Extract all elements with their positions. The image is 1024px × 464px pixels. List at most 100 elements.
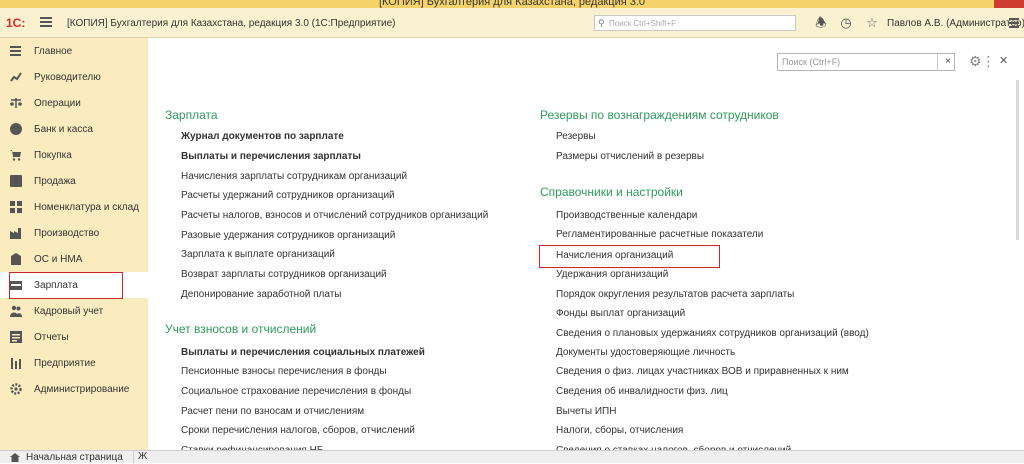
close-icon[interactable]: ✕ — [999, 54, 1008, 67]
sidebar-item-main[interactable]: Главное — [0, 38, 148, 64]
menu-lines-icon — [10, 45, 22, 57]
link-production-calendars[interactable]: Производственные календари — [556, 210, 697, 221]
open-windows-bar: Начальная страница Ж — [0, 450, 1024, 464]
link-taxes-fees[interactable]: Налоги, сборы, отчисления — [556, 425, 683, 436]
sidebar-item-label: Зарплата — [34, 279, 78, 291]
link-one-time-deductions[interactable]: Разовые удержания сотрудников организаци… — [181, 230, 395, 241]
link-rounding-order[interactable]: Порядок округления результатов расчета з… — [556, 289, 794, 300]
link-planned-deductions[interactable]: Сведения о плановых удержаниях сотрудник… — [556, 328, 869, 339]
home-icon — [10, 453, 20, 462]
main-menu-button[interactable] — [39, 15, 53, 29]
settings-gear-icon[interactable]: ⚙⋮ — [969, 53, 996, 70]
link-salary-journal[interactable]: Журнал документов по зарплате — [181, 131, 344, 142]
window-titlebar: [КОПИЯ] Бухгалтерия для Казахстана, реда… — [0, 0, 1024, 8]
building-icon — [10, 253, 22, 265]
link-salary-to-pay[interactable]: Зарплата к выплате организаций — [181, 249, 335, 260]
link-disability-info[interactable]: Сведения об инвалидности физ. лиц — [556, 386, 728, 397]
tab-next[interactable]: Ж — [138, 451, 147, 462]
sidebar-item-label: Отчеты — [34, 331, 69, 343]
scales-icon — [10, 97, 22, 109]
sidebar-item-enterprise[interactable]: Предприятие — [0, 350, 148, 376]
global-search-input[interactable]: ⚲ Поиск Ctrl+Shift+F — [594, 15, 796, 31]
link-salary-return[interactable]: Возврат зарплаты сотрудников организаций — [181, 269, 387, 280]
app-title: [КОПИЯ] Бухгалтерия для Казахстана, реда… — [67, 18, 396, 29]
sidebar-item-label: Главное — [34, 45, 73, 57]
sidebar-item-label: Банк и касса — [34, 123, 93, 135]
link-reserve-sizes[interactable]: Размеры отчислений в резервы — [556, 151, 704, 162]
sidebar-item-label: Номенклатура и склад — [34, 201, 139, 213]
sidebar-item-operations[interactable]: Операции — [0, 90, 148, 116]
app-header: 1С: [КОПИЯ] Бухгалтерия для Казахстана, … — [0, 8, 1024, 38]
app-logo: 1С: — [6, 16, 26, 30]
link-payment-terms[interactable]: Сроки перечисления налогов, сборов, отчи… — [181, 425, 415, 436]
sidebar-item-purchase[interactable]: Покупка — [0, 142, 148, 168]
people-icon — [10, 305, 22, 317]
search-icon: ⚲ — [598, 18, 605, 28]
sidebar-item-sales[interactable]: Продажа — [0, 168, 148, 194]
minimize-button[interactable] — [934, 0, 964, 8]
link-deduction-calcs[interactable]: Расчеты удержаний сотрудников организаци… — [181, 190, 395, 201]
gear-icon — [10, 383, 22, 395]
factory-icon — [10, 227, 22, 239]
content-search-input[interactable]: Поиск (Ctrl+F) × — [777, 53, 955, 71]
sidebar-item-label: Производство — [34, 227, 100, 239]
wallet-icon — [10, 279, 22, 291]
sidebar-item-salary[interactable]: Зарплата — [0, 272, 148, 298]
link-reserves[interactable]: Резервы — [556, 131, 596, 142]
link-social-insurance[interactable]: Социальное страхование перечисления в фо… — [181, 386, 411, 397]
link-wwii-participants[interactable]: Сведения о физ. лицах участниках ВОВ и п… — [556, 366, 849, 377]
link-org-deductions[interactable]: Удержания организаций — [556, 269, 668, 280]
current-user[interactable]: Павлов А.В. (Администратор) — [887, 18, 1024, 29]
link-salary-deposit[interactable]: Депонирование заработной платы — [181, 289, 341, 300]
sidebar-item-reports[interactable]: Отчеты — [0, 324, 148, 350]
maximize-button[interactable] — [964, 0, 994, 8]
bag-icon — [10, 175, 22, 187]
link-org-accruals[interactable]: Начисления организаций — [556, 250, 673, 261]
sidebar-item-production[interactable]: Производство — [0, 220, 148, 246]
link-id-documents[interactable]: Документы удостоверяющие личность — [556, 347, 735, 358]
sidebar-item-hr[interactable]: Кадровый учет — [0, 298, 148, 324]
sidebar-item-label: Кадровый учет — [34, 305, 104, 317]
section-title-contributions: Учет взносов и отчислений — [165, 322, 317, 336]
cart-icon — [10, 149, 22, 161]
sidebar-item-manager[interactable]: Руководителю — [0, 64, 148, 90]
clear-search-icon[interactable]: × — [945, 56, 951, 67]
sidebar-item-admin[interactable]: Администрирование — [0, 376, 148, 402]
link-payment-funds[interactable]: Фонды выплат организаций — [556, 308, 685, 319]
section-title-reserves: Резервы по вознаграждениям сотрудников — [540, 108, 779, 122]
link-pension-contributions[interactable]: Пенсионные взносы перечисления в фонды — [181, 366, 387, 377]
global-search-placeholder: Поиск Ctrl+Shift+F — [609, 19, 677, 28]
content-search-placeholder: Поиск (Ctrl+F) — [782, 57, 841, 67]
link-salary-payments[interactable]: Выплаты и перечисления зарплаты — [181, 151, 361, 162]
sidebar-item-label: ОС и НМА — [34, 253, 83, 265]
link-tax-calcs[interactable]: Расчеты налогов, взносов и отчислений со… — [181, 210, 488, 221]
sidebar-item-label: Администрирование — [34, 383, 130, 395]
link-ipn-deductions[interactable]: Вычеты ИПН — [556, 406, 616, 417]
link-regulated-indicators[interactable]: Регламентированные расчетные показатели — [556, 229, 763, 240]
boxes-icon — [10, 201, 22, 213]
link-salary-accruals[interactable]: Начисления зарплаты сотрудникам организа… — [181, 171, 407, 182]
report-icon — [10, 331, 22, 343]
sidebar-item-label: Предприятие — [34, 357, 96, 369]
tab-home[interactable]: Начальная страница — [0, 451, 134, 464]
sidebar-item-fixed-assets[interactable]: ОС и НМА — [0, 246, 148, 272]
star-icon[interactable]: ☆ — [864, 15, 880, 31]
section-title-salary: Зарплата — [165, 108, 218, 122]
sidebar: Главное Руководителю Операции Банк и кас… — [0, 38, 148, 450]
bell-icon[interactable]: 🕭 — [813, 15, 829, 31]
close-window-button[interactable] — [994, 0, 1024, 8]
trend-chart-icon — [10, 71, 22, 83]
header-menu-button[interactable] — [1008, 16, 1020, 30]
link-penalty-calc[interactable]: Расчет пени по взносам и отчислениям — [181, 406, 364, 417]
sidebar-item-nomenclature[interactable]: Номенклатура и склад — [0, 194, 148, 220]
sidebar-item-bank[interactable]: Банк и касса — [0, 116, 148, 142]
sidebar-item-label: Операции — [34, 97, 81, 109]
history-icon[interactable]: ◷ — [838, 15, 854, 31]
window-title: [КОПИЯ] Бухгалтерия для Казахстана, реда… — [378, 0, 646, 8]
scrollbar[interactable] — [1016, 80, 1019, 240]
tab-home-label: Начальная страница — [26, 452, 123, 463]
link-social-payments[interactable]: Выплаты и перечисления социальных платеж… — [181, 347, 425, 358]
sidebar-item-label: Покупка — [34, 149, 72, 161]
coin-icon — [10, 123, 22, 135]
sidebar-item-label: Продажа — [34, 175, 76, 187]
